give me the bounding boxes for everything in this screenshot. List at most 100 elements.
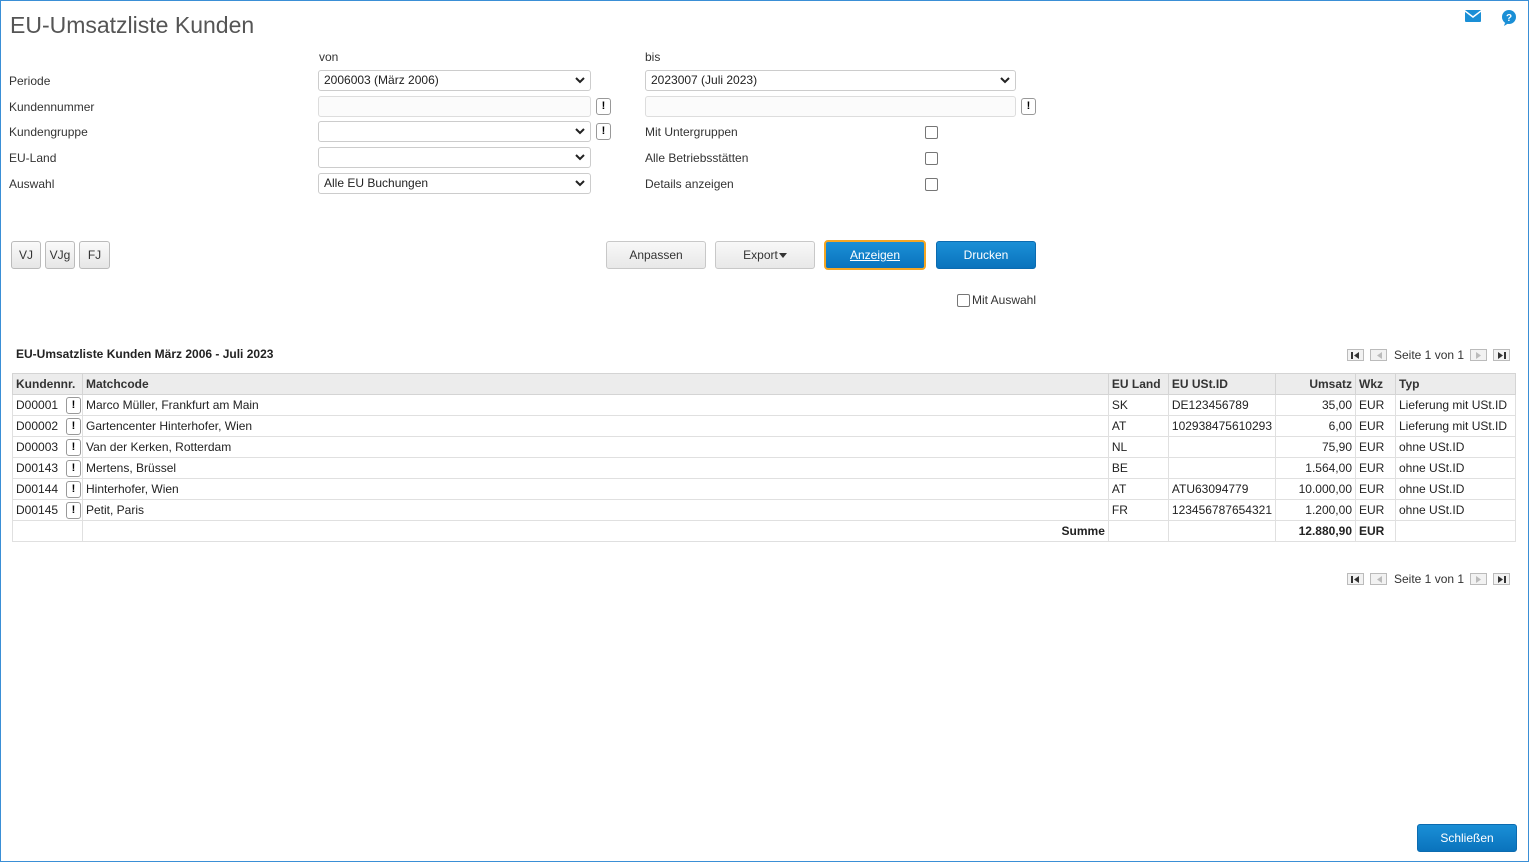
- periode-bis-select[interactable]: 2023007 (Juli 2023): [645, 70, 1016, 91]
- chevron-down-icon: [575, 77, 585, 84]
- kundennr-value: D00145: [16, 503, 59, 517]
- details-anzeigen-checkbox[interactable]: [925, 178, 938, 191]
- periode-label: Periode: [9, 74, 51, 88]
- first-page-icon: [1351, 351, 1359, 359]
- sum-empty-cell: [1395, 520, 1516, 542]
- row-matchcode: Mertens, Brüssel: [82, 457, 1109, 479]
- next-page-button[interactable]: [1470, 349, 1488, 361]
- col-eu-ustid[interactable]: EU USt.ID: [1167, 373, 1277, 395]
- page-title: EU-Umsatzliste Kunden: [10, 12, 255, 38]
- mail-icon[interactable]: [1465, 10, 1481, 26]
- last-page-icon: [1498, 351, 1507, 359]
- table-row[interactable]: D00145! Petit, Paris FR 123456787654321 …: [12, 499, 1516, 521]
- pager-text: Seite 1 von 1: [1394, 572, 1465, 586]
- mit-auswahl-checkbox[interactable]: [957, 293, 970, 307]
- row-info-button[interactable]: !: [66, 397, 81, 414]
- mit-auswahl-label: Mit Auswahl: [972, 293, 1037, 307]
- bis-label: bis: [645, 50, 661, 64]
- row-info-button[interactable]: !: [66, 481, 81, 498]
- row-ustid: [1167, 436, 1277, 458]
- row-wkz: EUR: [1355, 436, 1396, 458]
- chevron-down-icon: [575, 154, 585, 161]
- row-wkz: EUR: [1355, 457, 1396, 479]
- mit-auswahl-option[interactable]: Mit Auswahl: [957, 293, 1036, 307]
- anpassen-button[interactable]: Anpassen: [606, 241, 706, 269]
- chevron-down-icon: [575, 128, 585, 135]
- help-icon[interactable]: ?: [1501, 10, 1517, 26]
- umsatz-table: Kundennr. Matchcode EU Land EU USt.ID Um…: [12, 373, 1516, 542]
- kundennr-value: D00143: [16, 461, 59, 475]
- col-kundennr[interactable]: Kundennr.: [12, 373, 83, 395]
- drucken-button[interactable]: Drucken: [936, 241, 1036, 269]
- row-typ: Lieferung mit USt.ID: [1395, 394, 1516, 416]
- table-row[interactable]: D00003! Van der Kerken, Rotterdam NL 75,…: [12, 436, 1516, 458]
- first-page-button[interactable]: [1347, 573, 1364, 585]
- top-icons: ?: [1465, 10, 1517, 26]
- kundengruppe-lookup-button[interactable]: !: [596, 123, 611, 140]
- row-land: FR: [1107, 499, 1169, 521]
- sum-empty-cell: [12, 520, 83, 542]
- alle-betriebsstaetten-checkbox[interactable]: [925, 152, 938, 165]
- table-title: EU-Umsatzliste Kunden März 2006 - Juli 2…: [16, 347, 274, 361]
- kundennummer-von-lookup-button[interactable]: !: [596, 98, 611, 115]
- last-page-button[interactable]: [1493, 573, 1511, 585]
- vj-button[interactable]: VJ: [11, 241, 41, 269]
- kundennummer-bis-lookup-button[interactable]: !: [1021, 98, 1036, 115]
- export-button[interactable]: Export: [715, 241, 815, 269]
- next-page-icon: [1475, 351, 1481, 359]
- row-kundennr: D00145!: [12, 499, 83, 521]
- row-land: BE: [1107, 457, 1169, 479]
- row-kundennr: D00001!: [12, 394, 83, 416]
- col-typ[interactable]: Typ: [1395, 373, 1516, 395]
- next-page-icon: [1475, 575, 1481, 583]
- sum-value: 12.880,90: [1275, 520, 1356, 542]
- prev-page-button[interactable]: [1370, 573, 1387, 585]
- sum-label: Summe: [82, 520, 1109, 542]
- row-info-button[interactable]: !: [66, 460, 81, 477]
- row-umsatz: 1.564,00: [1275, 457, 1356, 479]
- row-kundennr: D00143!: [12, 457, 83, 479]
- col-wkz[interactable]: Wkz: [1355, 373, 1396, 395]
- anzeigen-button[interactable]: Anzeigen: [824, 240, 926, 270]
- col-eu-land[interactable]: EU Land: [1107, 373, 1169, 395]
- row-matchcode: Marco Müller, Frankfurt am Main: [82, 394, 1109, 416]
- kundennummer-bis-input[interactable]: [645, 96, 1016, 117]
- export-label: Export: [743, 248, 778, 262]
- table-row[interactable]: D00144! Hinterhofer, Wien AT ATU63094779…: [12, 478, 1516, 500]
- schliessen-button[interactable]: Schließen: [1417, 824, 1517, 852]
- alle-betriebsstaetten-label: Alle Betriebsstätten: [645, 151, 749, 165]
- prev-page-button[interactable]: [1370, 349, 1387, 361]
- prev-page-icon: [1376, 575, 1382, 583]
- row-kundennr: D00002!: [12, 415, 83, 437]
- kundennummer-von-input[interactable]: [318, 96, 591, 117]
- chevron-down-icon: [1000, 77, 1010, 84]
- auswahl-select[interactable]: Alle EU Buchungen: [318, 173, 591, 194]
- vjg-button[interactable]: VJg: [45, 241, 75, 269]
- kundengruppe-label: Kundengruppe: [9, 125, 88, 139]
- row-info-button[interactable]: !: [66, 502, 81, 519]
- row-info-button[interactable]: !: [66, 418, 81, 435]
- first-page-icon: [1351, 575, 1359, 583]
- table-row[interactable]: D00143! Mertens, Brüssel BE 1.564,00 EUR…: [12, 457, 1516, 479]
- mit-untergruppen-checkbox[interactable]: [925, 126, 938, 139]
- row-info-button[interactable]: !: [66, 439, 81, 456]
- row-matchcode: Van der Kerken, Rotterdam: [82, 436, 1109, 458]
- fj-button[interactable]: FJ: [79, 241, 110, 269]
- row-kundennr: D00003!: [12, 436, 83, 458]
- next-page-button[interactable]: [1470, 573, 1488, 585]
- kundennr-value: D00003: [16, 440, 59, 454]
- sum-wkz: EUR: [1355, 520, 1396, 542]
- euland-select[interactable]: [318, 147, 591, 168]
- row-umsatz: 35,00: [1275, 394, 1356, 416]
- kundennr-value: D00002: [16, 419, 59, 433]
- row-wkz: EUR: [1355, 499, 1396, 521]
- periode-von-select[interactable]: 2006003 (März 2006): [318, 70, 591, 91]
- kundengruppe-select[interactable]: [318, 121, 591, 142]
- col-umsatz[interactable]: Umsatz: [1275, 373, 1356, 395]
- last-page-button[interactable]: [1493, 349, 1511, 361]
- euland-label: EU-Land: [9, 151, 57, 165]
- table-row[interactable]: D00002! Gartencenter Hinterhofer, Wien A…: [12, 415, 1516, 437]
- first-page-button[interactable]: [1347, 349, 1364, 361]
- table-row[interactable]: D00001! Marco Müller, Frankfurt am Main …: [12, 394, 1516, 416]
- col-matchcode[interactable]: Matchcode: [82, 373, 1109, 395]
